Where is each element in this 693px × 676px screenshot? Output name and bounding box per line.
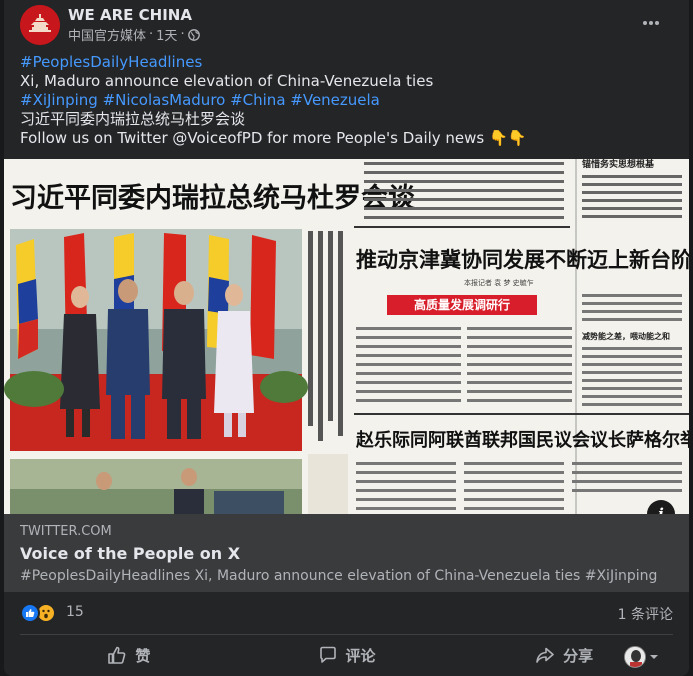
- side-headline: 减势能之差，喂动能之和: [582, 331, 670, 341]
- action-bar: 赞 评论 分享: [20, 638, 673, 672]
- meta-separator: ·: [149, 27, 154, 42]
- reaction-icons[interactable]: [20, 603, 56, 623]
- newspaper-image[interactable]: 习近平同委内瑞拉总统马杜罗会谈 锚惜务实思想根基 推动京津冀协同发展不断迈上新台…: [4, 159, 689, 514]
- post-card: WE ARE CHINA 中国官方媒体 · 1天 · #PeoplesDaily…: [4, 0, 689, 676]
- comment-icon: [319, 646, 336, 663]
- top-right-headline: 锚惜务实思想根基: [582, 159, 655, 170]
- link-preview[interactable]: TWITTER.COM Voice of the People on X #Pe…: [4, 514, 689, 592]
- page-avatar[interactable]: [20, 5, 60, 45]
- like-button[interactable]: 赞: [20, 638, 238, 672]
- byline: 本报记者 袁 梦 史毓乍: [464, 278, 534, 287]
- ceremony-photo: [10, 459, 302, 514]
- like-reaction-icon: [20, 603, 40, 623]
- comment-button[interactable]: 评论: [238, 638, 456, 672]
- post-header: WE ARE CHINA 中国官方媒体 · 1天 ·: [4, 0, 689, 52]
- divider: [20, 634, 673, 635]
- hashtag-peoplesdailyheadlines[interactable]: #PeoplesDailyHeadlines: [20, 53, 680, 72]
- newspaper-front-page: 习近平同委内瑞拉总统马杜罗会谈 锚惜务实思想根基 推动京津冀协同发展不断迈上新台…: [4, 159, 689, 514]
- great-hall-logo-icon: [20, 5, 60, 45]
- bottom-headline: 赵乐际同阿联酋联邦国民议会议长萨格尔举行会谈: [355, 429, 689, 451]
- comment-count[interactable]: 1 条评论: [618, 604, 673, 624]
- link-title[interactable]: Voice of the People on X: [20, 544, 240, 563]
- message-line: Follow us on Twitter @VoiceofPD for more…: [20, 129, 527, 147]
- section-banner-text: 高质量发展调研行: [414, 297, 510, 312]
- comment-label: 评论: [345, 646, 376, 665]
- more-options-button[interactable]: [633, 8, 669, 38]
- post-message: #PeoplesDailyHeadlines Xi, Maduro announ…: [20, 53, 680, 148]
- globe-icon[interactable]: [187, 28, 200, 41]
- message-line: Xi, Maduro announce elevation of China-V…: [20, 72, 434, 90]
- author-name[interactable]: WE ARE CHINA: [68, 6, 192, 24]
- main-headline: 习近平同委内瑞拉总统马杜罗会谈: [10, 182, 416, 214]
- reaction-count[interactable]: 15: [66, 604, 84, 620]
- message-line: 习近平同委内瑞拉总统马杜罗会谈: [20, 110, 246, 128]
- meeting-photo: [4, 229, 308, 451]
- meta-separator: ·: [180, 27, 185, 42]
- hashtag-line[interactable]: #XiJinping #NicolasMaduro #China #Venezu…: [20, 91, 680, 110]
- react-as-selector[interactable]: [624, 646, 659, 668]
- viewer-avatar: [624, 646, 646, 668]
- post-time[interactable]: 1天: [156, 25, 177, 44]
- link-description: #PeoplesDailyHeadlines Xi, Maduro announ…: [20, 568, 660, 584]
- like-label: 赞: [135, 646, 151, 665]
- reactions-bar: 15 1 条评论: [4, 592, 689, 634]
- second-headline: 推动京津冀协同发展不断迈上新台阶: [356, 248, 689, 272]
- share-arrow-icon: [536, 647, 554, 663]
- page-category: 中国官方媒体: [68, 29, 147, 44]
- ellipsis-icon: [643, 21, 659, 25]
- link-domain: TWITTER.COM: [20, 524, 112, 539]
- chevron-down-icon: [650, 655, 658, 659]
- thumbs-up-icon: [108, 646, 126, 664]
- post-meta: 中国官方媒体 · 1天 ·: [68, 25, 200, 44]
- share-label: 分享: [563, 646, 594, 665]
